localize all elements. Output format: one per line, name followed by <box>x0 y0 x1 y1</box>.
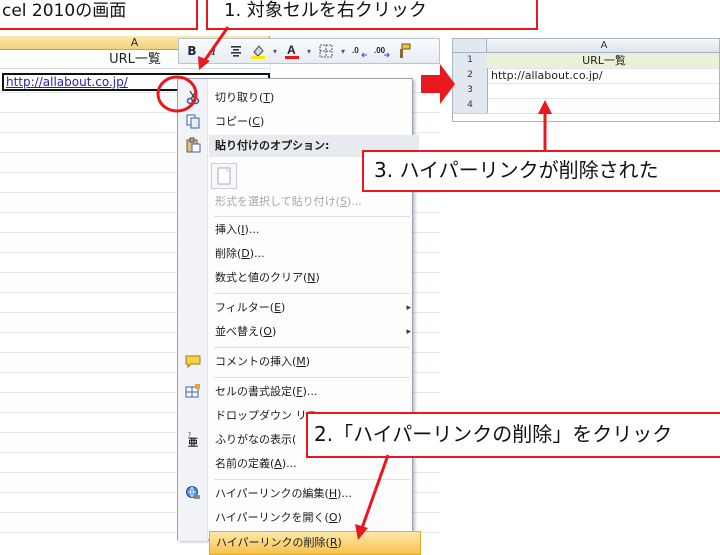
increase-decimal-icon[interactable]: .0 <box>351 42 369 60</box>
submenu-arrow-icon: ▸ <box>406 327 411 337</box>
menu-item-delete[interactable]: 削除(D)... <box>209 243 419 265</box>
menu-item-copy[interactable]: コピー(C) <box>209 111 419 133</box>
center-align-icon[interactable] <box>227 42 245 60</box>
menu-item-filter[interactable]: フィルター(E) ▸ <box>209 297 419 319</box>
menu-separator <box>214 293 410 294</box>
dropdown-icon[interactable]: ▾ <box>339 47 347 56</box>
menu-separator <box>214 377 410 378</box>
right-spreadsheet: A 1 URL一覧 2 http://allabout.co.jp/ 3 4 <box>452 38 720 122</box>
decrease-decimal-icon[interactable]: .00 <box>373 42 391 60</box>
svg-text:.0: .0 <box>352 46 359 55</box>
row-header[interactable]: 4 <box>453 98 488 114</box>
hyperlink-edit-icon <box>184 484 202 502</box>
cell-a3[interactable] <box>487 83 719 99</box>
menu-separator <box>214 347 410 348</box>
copy-icon <box>184 112 202 130</box>
context-menu: 切り取り(T) コピー(C) 貼り付けのオプション: 形式を選択して貼り付け(S… <box>177 78 421 555</box>
step2-callout: 2.「ハイパーリンクの削除」をクリック <box>306 412 720 458</box>
menu-separator <box>214 216 410 217</box>
menu-item-insert-comment[interactable]: コメントの挿入(M) <box>209 351 419 373</box>
menu-item-remove-hyperlink[interactable]: ハイパーリンクの削除(R) <box>209 531 421 555</box>
svg-text:A: A <box>287 43 296 57</box>
menu-item-insert[interactable]: 挿入(I)... <box>209 219 419 241</box>
paste-icon <box>184 136 202 154</box>
bold-icon[interactable]: B <box>183 42 201 60</box>
svg-text:.00: .00 <box>374 46 386 55</box>
dropdown-icon[interactable]: ▾ <box>271 47 279 56</box>
fill-color-icon[interactable] <box>249 42 267 60</box>
italic-icon[interactable]: I <box>205 42 223 60</box>
cell-a1[interactable]: URL一覧 <box>487 53 719 69</box>
title-callout: cel 2010の画面 <box>0 0 198 30</box>
menu-item-cut[interactable]: 切り取り(T) <box>209 87 419 109</box>
submenu-arrow-icon: ▸ <box>406 303 411 313</box>
scissors-icon <box>184 88 202 106</box>
furigana-icon: ｱ亜 <box>184 430 202 448</box>
cell-a4[interactable] <box>487 98 719 114</box>
column-header-a[interactable]: A <box>487 39 719 53</box>
svg-text:亜: 亜 <box>188 437 198 447</box>
row-header[interactable]: 2 <box>453 68 488 84</box>
row-header[interactable]: 3 <box>453 83 488 99</box>
menu-separator <box>214 479 410 480</box>
mini-toolbar: B I ▾ A ▾ ▾ .0 .00 <box>178 38 440 64</box>
paste-option-button[interactable] <box>211 163 237 189</box>
borders-icon[interactable] <box>317 42 335 60</box>
menu-item-sort[interactable]: 並べ替え(O) ▸ <box>209 321 419 343</box>
font-color-icon[interactable]: A <box>283 42 301 60</box>
cell-a2-hyperlink[interactable]: http://allabout.co.jp/ <box>6 75 128 89</box>
format-painter-icon[interactable] <box>395 42 413 60</box>
comment-icon <box>184 352 202 370</box>
menu-item-paste-special[interactable]: 形式を選択して貼り付け(S)... <box>209 191 419 213</box>
select-all-corner[interactable] <box>453 39 487 53</box>
menu-item-clear-contents[interactable]: 数式と値のクリア(N) <box>209 267 419 289</box>
menu-item-edit-hyperlink[interactable]: ハイパーリンクの編集(H)... <box>209 483 419 505</box>
menu-item-open-hyperlink[interactable]: ハイパーリンクを開く(O) <box>209 507 419 529</box>
step1-callout: 1. 対象セルを右クリック <box>206 0 538 30</box>
row-header[interactable]: 1 <box>453 53 488 69</box>
cell-a2-plain-text[interactable]: http://allabout.co.jp/ <box>487 68 719 84</box>
dropdown-icon[interactable]: ▾ <box>305 47 313 56</box>
menu-item-format-cells[interactable]: セルの書式設定(F)... <box>209 381 419 403</box>
step3-callout: 3. ハイパーリンクが削除された <box>362 150 720 192</box>
format-cells-icon <box>184 382 202 400</box>
